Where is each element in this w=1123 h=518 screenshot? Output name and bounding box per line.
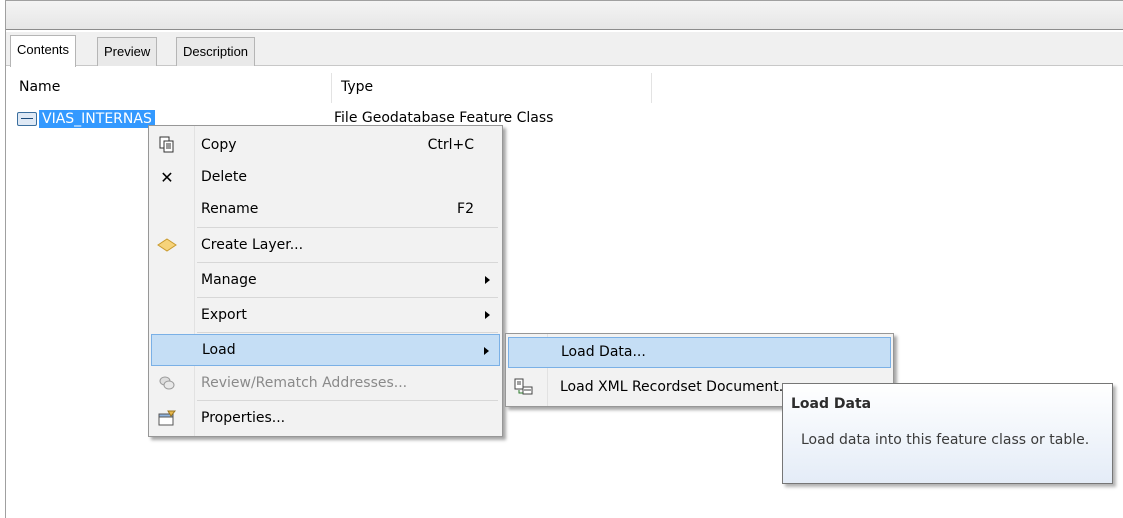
menu-separator <box>197 297 498 298</box>
copy-icon <box>157 135 177 155</box>
list-item[interactable]: VIAS_INTERNAS <box>17 109 155 129</box>
layer-icon <box>157 235 177 255</box>
tooltip-load-data: Load Data Load data into this feature cl… <box>782 383 1113 484</box>
menu-item-export[interactable]: Export <box>151 299 500 331</box>
review-addresses-icon <box>157 373 177 393</box>
menu-item-properties[interactable]: Properties... <box>151 402 500 434</box>
column-divider[interactable] <box>651 73 652 103</box>
shortcut-rename: F2 <box>457 201 474 217</box>
menu-item-load-data[interactable]: Load Data... <box>508 337 891 368</box>
menu-separator <box>197 332 498 333</box>
menu-item-create-layer[interactable]: Create Layer... <box>151 229 500 261</box>
shortcut-copy: Ctrl+C <box>427 137 474 153</box>
tooltip-title: Load Data <box>791 396 872 412</box>
column-header-type[interactable]: Type <box>341 79 373 95</box>
properties-icon <box>157 408 177 428</box>
menu-item-review-rematch-addresses[interactable]: Review/Rematch Addresses... <box>151 367 500 399</box>
tab-description[interactable]: Description <box>176 37 256 66</box>
xml-recordset-icon <box>514 377 534 397</box>
delete-icon: ✕ <box>160 167 174 187</box>
menu-item-rename[interactable]: Rename F2 <box>151 193 500 225</box>
menu-separator <box>197 227 498 228</box>
menu-separator <box>197 262 498 263</box>
menu-item-manage[interactable]: Manage <box>151 264 500 296</box>
submenu-arrow-icon <box>484 347 489 355</box>
tab-preview[interactable]: Preview <box>97 37 158 66</box>
item-name: VIAS_INTERNAS <box>39 110 155 128</box>
submenu-arrow-icon <box>485 311 490 319</box>
menu-item-load[interactable]: Load <box>151 334 500 366</box>
window-title-bar <box>6 1 1123 30</box>
tab-contents[interactable]: Contents <box>10 35 77 67</box>
column-divider[interactable] <box>331 73 332 103</box>
tooltip-body: Load data into this feature class or tab… <box>801 432 1090 448</box>
submenu-arrow-icon <box>485 276 490 284</box>
menu-item-delete[interactable]: ✕ Delete <box>151 161 500 193</box>
tab-bar: Contents Preview Description <box>6 32 1123 67</box>
menu-separator <box>197 400 498 401</box>
context-menu: Copy Ctrl+C ✕ Delete Rename F2 Create La… <box>148 125 503 437</box>
menu-item-copy[interactable]: Copy Ctrl+C <box>151 129 500 161</box>
line-feature-class-icon <box>17 112 37 126</box>
item-type: File Geodatabase Feature Class <box>334 110 554 126</box>
column-header-name[interactable]: Name <box>19 79 60 95</box>
